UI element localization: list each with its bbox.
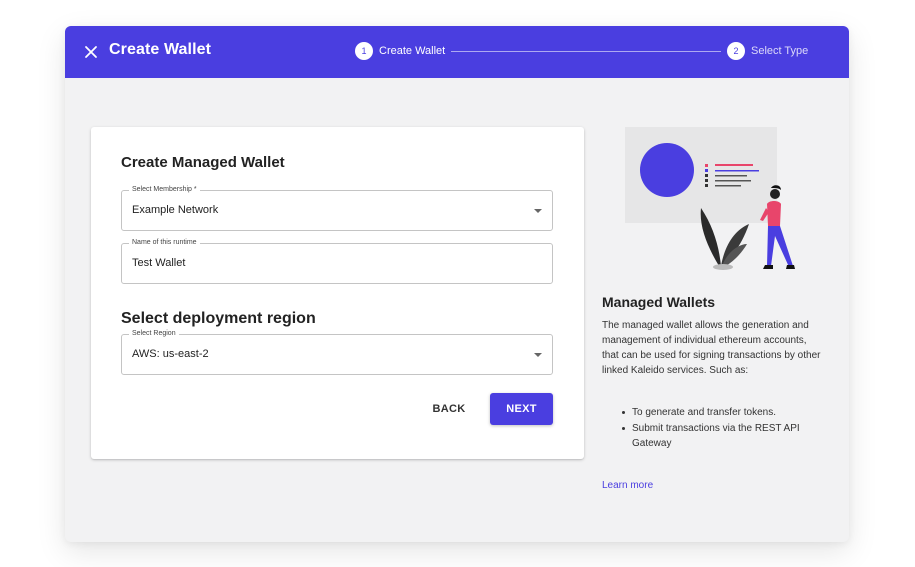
step-number: 2 (727, 42, 745, 60)
close-icon[interactable] (79, 40, 103, 64)
chart-circle (640, 143, 694, 197)
create-wallet-dialog: Create Wallet 1 Create Wallet 2 Select T… (65, 26, 849, 542)
membership-value: Example Network (132, 204, 219, 216)
app-title: Create Wallet (109, 41, 212, 58)
back-button[interactable]: BACK (425, 395, 473, 423)
region-heading: Select deployment region (121, 310, 316, 327)
runtime-name-value: Test Wallet (132, 257, 186, 269)
sidebar-title: Managed Wallets (602, 294, 716, 310)
sidebar-description: The managed wallet allows the generation… (602, 320, 821, 376)
dropdown-arrow-icon (534, 353, 542, 357)
app-bar: Create Wallet 1 Create Wallet 2 Select T… (65, 26, 849, 78)
step-2: 2 Select Type (727, 42, 808, 60)
region-value: AWS: us-east-2 (132, 348, 209, 360)
membership-select[interactable]: Select Membership * Example Network (121, 185, 553, 231)
stepper-connector (451, 51, 721, 52)
region-select[interactable]: Select Region AWS: us-east-2 (121, 329, 553, 375)
next-button[interactable]: NEXT (490, 393, 553, 425)
list-item: To generate and transfer tokens. (622, 405, 832, 420)
region-label: Select Region (129, 329, 179, 339)
dropdown-arrow-icon (534, 209, 542, 213)
step-number: 1 (355, 42, 373, 60)
runtime-name-label: Name of this runtime (129, 238, 200, 248)
list-item: Submit transactions via the REST API Gat… (622, 421, 832, 451)
sidebar-feature-list: To generate and transfer tokens. Submit … (622, 405, 832, 451)
runtime-name-input[interactable]: Name of this runtime Test Wallet (121, 238, 553, 284)
step-label: Create Wallet (379, 45, 446, 57)
membership-label: Select Membership * (129, 185, 200, 195)
step-label: Select Type (751, 45, 809, 57)
managed-wallets-illustration (625, 127, 795, 270)
learn-more-link[interactable]: Learn more (602, 480, 653, 491)
wallet-form-card: Create Managed Wallet Select Membership … (91, 127, 584, 459)
step-1: 1 Create Wallet (355, 42, 445, 60)
form-heading: Create Managed Wallet (121, 154, 285, 171)
